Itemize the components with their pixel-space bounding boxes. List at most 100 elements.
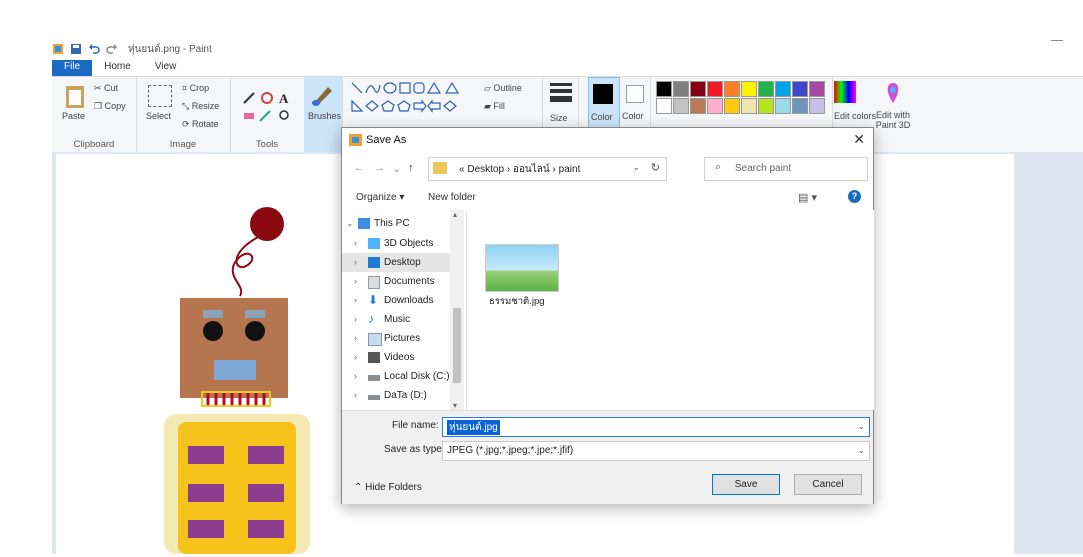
refresh-icon[interactable]: ↻ bbox=[651, 161, 660, 174]
breadcrumb-online[interactable]: ออนไลน์ bbox=[513, 164, 550, 175]
shapes-gallery[interactable] bbox=[350, 81, 472, 125]
quick-access-toolbar: หุ่นยนต์.png - Paint bbox=[52, 40, 212, 58]
minimize-button[interactable] bbox=[1051, 40, 1063, 41]
documents-icon bbox=[368, 276, 380, 289]
hide-folders-button[interactable]: ⌃ Hide Folders bbox=[354, 482, 422, 493]
redo-icon[interactable] bbox=[106, 43, 118, 55]
palette-swatch[interactable] bbox=[656, 98, 672, 114]
nav-item-documents[interactable]: › Documents bbox=[342, 272, 450, 291]
save-button[interactable]: Save bbox=[712, 474, 780, 495]
recent-chevron-icon[interactable]: ⌄ bbox=[392, 162, 401, 175]
palette-swatch[interactable] bbox=[792, 81, 808, 97]
expand-chevron-icon[interactable]: › bbox=[354, 333, 357, 343]
scroll-up-icon[interactable]: ▴ bbox=[453, 210, 457, 219]
nav-item-this-pc[interactable]: ⌄ This PC bbox=[342, 214, 450, 233]
palette-swatch[interactable] bbox=[707, 98, 723, 114]
cut-button[interactable]: ✂ Cut bbox=[94, 83, 118, 94]
expand-chevron-icon[interactable]: › bbox=[354, 390, 357, 400]
palette-swatch[interactable] bbox=[792, 98, 808, 114]
view-options-icon[interactable]: ▤ ▾ bbox=[798, 191, 817, 204]
tools-label: Tools bbox=[255, 139, 279, 150]
expand-chevron-icon[interactable]: › bbox=[354, 276, 357, 286]
size-line-1 bbox=[550, 83, 572, 86]
nav-item-3d-objects[interactable]: › 3D Objects bbox=[342, 234, 450, 253]
rotate-button[interactable]: ⟳ Rotate bbox=[182, 119, 219, 130]
copy-icon: ❐ bbox=[94, 101, 105, 111]
breadcrumb-desktop[interactable]: Desktop bbox=[467, 164, 504, 175]
expand-chevron-icon[interactable]: ⌄ bbox=[346, 218, 354, 229]
palette-swatch[interactable] bbox=[673, 98, 689, 114]
breadcrumb-paint[interactable]: paint bbox=[559, 164, 581, 175]
color1-label: Color bbox=[591, 112, 613, 122]
address-dropdown-icon[interactable]: ⌄ bbox=[632, 162, 640, 173]
tab-view[interactable]: View bbox=[143, 60, 189, 76]
palette-swatch[interactable] bbox=[758, 98, 774, 114]
palette-swatch[interactable] bbox=[809, 98, 825, 114]
nav-scrollbar[interactable]: ▴ ▾ bbox=[450, 210, 464, 410]
nav-item-music[interactable]: › ♪ Music bbox=[342, 310, 450, 329]
palette-swatch[interactable] bbox=[690, 81, 706, 97]
search-field[interactable]: ⌕ Search paint bbox=[704, 157, 868, 181]
palette-swatch[interactable] bbox=[775, 98, 791, 114]
nav-item-data-drive[interactable]: › DaTa (D:) bbox=[342, 386, 450, 405]
organize-button[interactable]: Organize ▾ bbox=[356, 192, 404, 203]
help-icon[interactable]: ? bbox=[848, 190, 861, 203]
copy-button[interactable]: ❐ Copy bbox=[94, 101, 126, 112]
save-type-dropdown-icon[interactable]: ⌄ bbox=[857, 445, 865, 456]
select-button[interactable]: Select bbox=[146, 111, 171, 121]
save-type-select[interactable]: JPEG (*.jpg;*.jpeg;*.jpe;*.jfif) ⌄ bbox=[442, 441, 870, 461]
scroll-down-icon[interactable]: ▾ bbox=[453, 401, 457, 410]
fill-button[interactable]: ▰ Fill bbox=[484, 101, 505, 112]
nav-item-desktop[interactable]: › Desktop bbox=[342, 253, 450, 272]
palette-swatch[interactable] bbox=[724, 98, 740, 114]
up-icon[interactable]: ↑ bbox=[408, 162, 414, 174]
save-icon[interactable] bbox=[70, 43, 82, 55]
tab-file[interactable]: File bbox=[52, 60, 93, 76]
undo-icon[interactable] bbox=[88, 43, 100, 55]
expand-chevron-icon[interactable]: › bbox=[354, 352, 357, 362]
folder-icon bbox=[433, 162, 447, 174]
cancel-button[interactable]: Cancel bbox=[794, 474, 862, 495]
paint3d-group[interactable]: Edit with Paint 3D bbox=[867, 77, 919, 153]
edit-colors-icon[interactable] bbox=[834, 81, 856, 103]
color2-label: Color bbox=[622, 111, 644, 121]
resize-button[interactable]: ⤡ Resize bbox=[182, 101, 219, 112]
expand-chevron-icon[interactable]: › bbox=[354, 371, 357, 381]
palette-swatch[interactable] bbox=[741, 81, 757, 97]
forward-icon[interactable]: → bbox=[374, 162, 385, 174]
color2-swatch bbox=[626, 85, 644, 103]
file-name-input[interactable]: หุ่นยนต์.jpg ⌄ bbox=[442, 417, 870, 437]
paste-icon[interactable] bbox=[64, 83, 86, 109]
paste-button[interactable]: Paste bbox=[62, 111, 85, 121]
tab-home[interactable]: Home bbox=[92, 60, 143, 76]
paint-dialog-icon bbox=[349, 134, 362, 146]
back-icon[interactable]: ← bbox=[354, 162, 365, 174]
palette-swatch[interactable] bbox=[809, 81, 825, 97]
address-bar[interactable]: « Desktop › ออนไลน์ › paint ⌄ ↻ bbox=[428, 157, 667, 181]
expand-chevron-icon[interactable]: › bbox=[354, 238, 357, 248]
palette-swatch[interactable] bbox=[741, 98, 757, 114]
expand-chevron-icon[interactable]: › bbox=[354, 257, 357, 267]
palette-swatch[interactable] bbox=[690, 98, 706, 114]
expand-chevron-icon[interactable]: › bbox=[354, 314, 357, 324]
new-folder-button[interactable]: New folder bbox=[428, 192, 476, 203]
file-name-dropdown-icon[interactable]: ⌄ bbox=[857, 421, 865, 432]
tools-icons[interactable]: A bbox=[242, 89, 296, 125]
palette-swatch[interactable] bbox=[673, 81, 689, 97]
palette-swatch[interactable] bbox=[656, 81, 672, 97]
nav-item-videos[interactable]: › Videos bbox=[342, 348, 450, 367]
palette-swatch[interactable] bbox=[707, 81, 723, 97]
brushes-group[interactable]: Brushes bbox=[304, 77, 343, 153]
nav-item-downloads[interactable]: › ⬇ Downloads bbox=[342, 291, 450, 310]
close-icon[interactable]: ✕ bbox=[853, 131, 865, 148]
nav-item-local-disk[interactable]: › Local Disk (C:) bbox=[342, 367, 450, 386]
select-icon[interactable] bbox=[148, 85, 172, 107]
scrollbar-thumb[interactable] bbox=[453, 308, 461, 383]
expand-chevron-icon[interactable]: › bbox=[354, 295, 357, 305]
palette-swatch[interactable] bbox=[758, 81, 774, 97]
crop-button[interactable]: ⌗ Crop bbox=[182, 83, 209, 94]
nav-item-pictures[interactable]: › Pictures bbox=[342, 329, 450, 348]
palette-swatch[interactable] bbox=[724, 81, 740, 97]
palette-swatch[interactable] bbox=[775, 81, 791, 97]
outline-button[interactable]: ▱ Outline bbox=[484, 83, 522, 94]
